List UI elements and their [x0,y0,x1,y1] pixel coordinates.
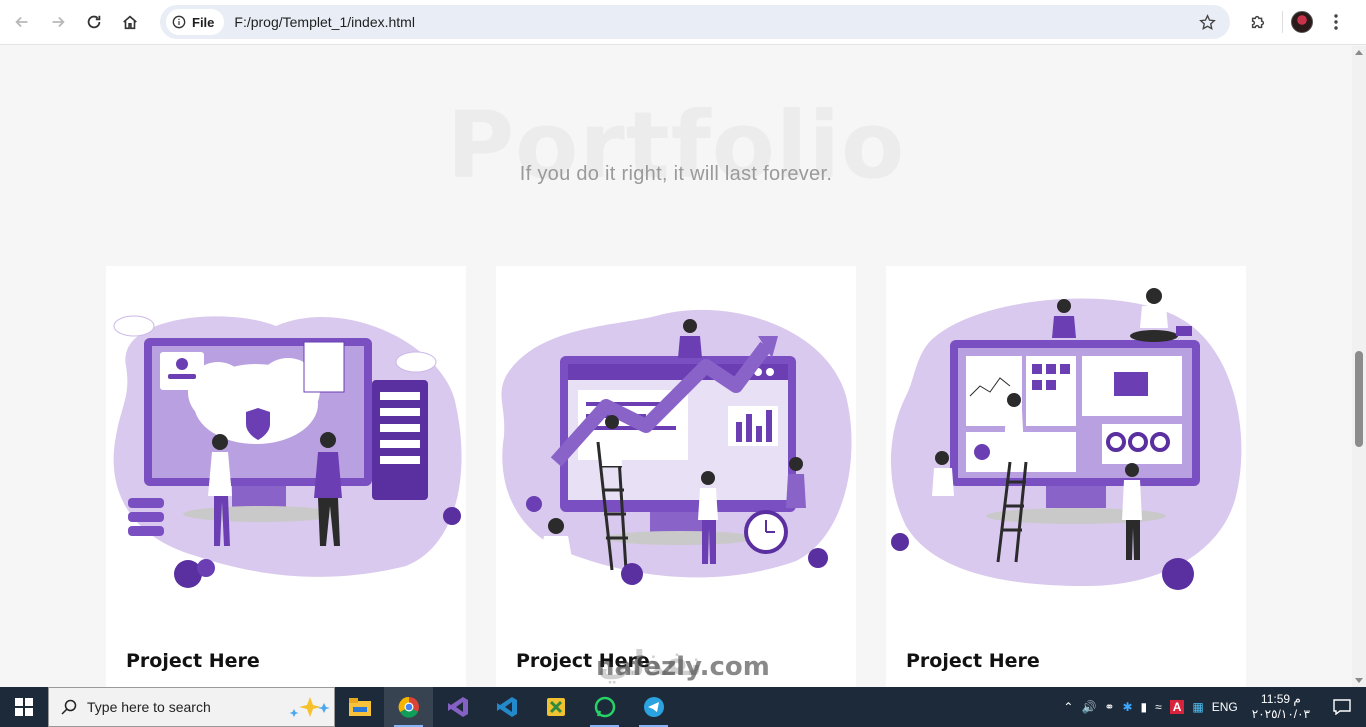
portfolio-subtitle: If you do it right, it will last forever… [519,163,833,185]
windows-logo-icon [15,698,33,716]
sparkle-icon [289,697,330,717]
back-button[interactable] [4,4,40,40]
extensions-button[interactable] [1242,6,1274,38]
browser-toolbar: File F:/prog/Templet_1/index.html [0,0,1366,45]
home-icon [123,15,137,30]
app-icon [546,698,565,716]
toolbar-divider [1282,11,1283,33]
scroll-down-arrow-icon[interactable] [1355,678,1363,683]
network-icon[interactable]: ⚭ [1104,700,1114,714]
url-text[interactable]: F:/prog/Templet_1/index.html [234,14,1192,30]
chrome-icon [398,696,419,718]
puzzle-icon [1251,15,1265,29]
project-card-title: Project Here [906,650,1040,672]
reload-button[interactable] [76,4,112,40]
visual-studio-icon [447,697,468,717]
notification-icon [1333,699,1351,715]
taskbar-app[interactable] [531,687,580,727]
language-indicator[interactable]: ENG [1212,700,1238,714]
browser-menu-button[interactable] [1321,7,1351,37]
vscode-icon [496,697,517,717]
chevron-up-icon[interactable]: ⌃ [1063,700,1073,714]
windows-taskbar: Type here to search ⌃ 🔊 ⚭ ✱ ▮ ≈ A ▦ ENG … [0,687,1366,727]
clock[interactable]: 11:59 م ٢٠٢٥/١٠/٠٣ [1252,692,1310,722]
start-button[interactable] [0,687,48,727]
project-card-2[interactable]: Project Here [496,266,856,687]
growth-analytics-illustration [501,309,852,585]
site-info-chip[interactable]: File [166,9,225,35]
file-explorer-icon [348,698,371,716]
watermark-latin: nafezly.com [596,652,770,682]
telegram-icon [643,697,664,717]
clock-date: ٢٠٢٥/١٠/٠٣ [1251,707,1310,721]
taskbar-whatsapp[interactable] [580,687,629,727]
project-card-1[interactable]: Project Here [106,266,466,687]
page-viewport: Portfolio If you do it right, it will la… [0,46,1352,687]
keyboard-icon[interactable]: ▦ [1192,700,1203,714]
arrow-left-icon [15,16,28,28]
taskbar-chrome[interactable] [384,687,433,727]
taskbar-vscode[interactable] [482,687,531,727]
project-card-3[interactable]: Project Here [886,266,1246,687]
search-placeholder: Type here to search [87,699,211,715]
arrow-right-icon [52,16,65,28]
bookmark-button[interactable] [1192,7,1222,37]
system-tray: ⌃ 🔊 ⚭ ✱ ▮ ≈ A ▦ ENG 11:59 م ٢٠٢٥/١٠/٠٣ [1063,687,1366,727]
search-icon [61,699,77,715]
wifi-icon[interactable]: ≈ [1155,700,1162,714]
home-button[interactable] [112,4,148,40]
amd-icon[interactable]: A [1169,700,1185,714]
taskbar-search-box[interactable]: Type here to search [48,687,335,727]
address-bar[interactable]: File F:/prog/Templet_1/index.html [160,5,1230,39]
star-icon [1198,13,1216,30]
whatsapp-icon [594,696,615,718]
more-vertical-icon [1334,14,1338,30]
profile-avatar[interactable] [1291,11,1313,33]
file-chip-label: File [192,14,215,30]
notification-center-button[interactable] [1324,687,1360,727]
volume-icon[interactable]: 🔊 [1081,700,1096,714]
taskbar-visual-studio[interactable] [433,687,482,727]
info-icon [172,15,186,29]
scroll-up-arrow-icon[interactable] [1355,50,1363,55]
vertical-scrollbar[interactable] [1352,46,1366,687]
cloud-security-illustration [113,315,462,588]
battery-icon[interactable]: ▮ [1141,700,1148,714]
clock-time: 11:59 م [1260,692,1301,706]
web-development-illustration [891,288,1242,590]
reload-icon [87,15,101,29]
bluetooth-icon[interactable]: ✱ [1122,700,1132,714]
taskbar-telegram[interactable] [629,687,678,727]
forward-button[interactable] [40,4,76,40]
project-card-title: Project Here [126,650,260,672]
scrollbar-thumb[interactable] [1355,351,1363,447]
taskbar-file-explorer[interactable] [335,687,384,727]
